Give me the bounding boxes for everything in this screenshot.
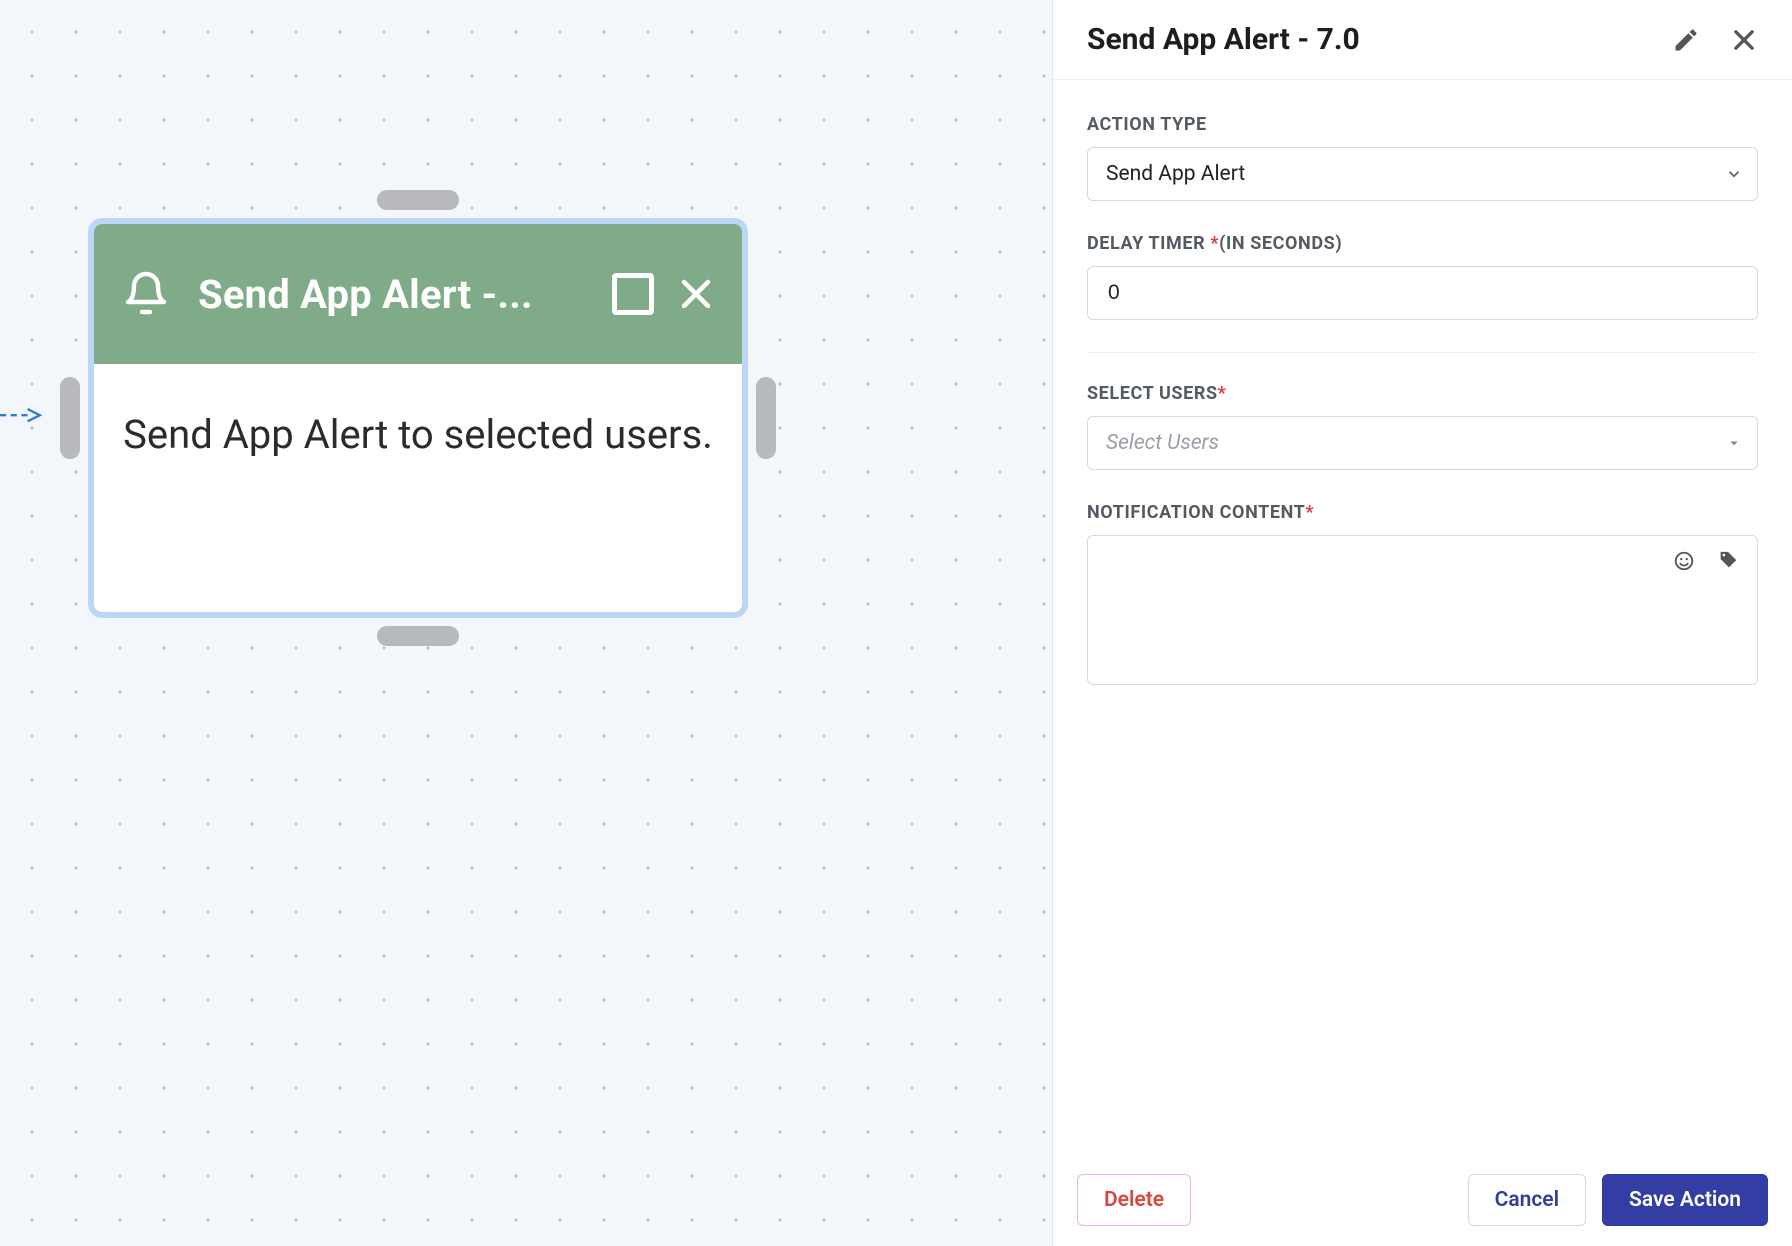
- delay-timer-label: DELAY TIMER *(IN SECONDS): [1087, 233, 1758, 254]
- cancel-button[interactable]: Cancel: [1468, 1174, 1586, 1226]
- delay-timer-input[interactable]: [1106, 267, 1739, 319]
- divider: [1087, 352, 1758, 353]
- notification-content-editor[interactable]: [1087, 535, 1758, 685]
- properties-panel: Send App Alert - 7.0 ACTION TYPE Send Ap…: [1052, 0, 1792, 1246]
- resize-handle-right[interactable]: [756, 377, 776, 459]
- panel-title: Send App Alert - 7.0: [1087, 22, 1672, 57]
- resize-handle-bottom[interactable]: [377, 626, 459, 646]
- resize-handle-top[interactable]: [377, 190, 459, 210]
- node-title: Send App Alert -...: [198, 271, 584, 318]
- notification-content-label: NOTIFICATION CONTENT*: [1087, 502, 1758, 523]
- action-type-label: ACTION TYPE: [1087, 114, 1758, 135]
- node-send-app-alert[interactable]: Send App Alert -... Send App Alert to se…: [88, 218, 748, 618]
- close-icon[interactable]: [678, 276, 714, 312]
- caret-down-icon: [1725, 434, 1743, 452]
- delay-timer-input-wrapper: [1087, 266, 1758, 320]
- select-users-placeholder: Select Users: [1106, 431, 1739, 455]
- action-type-value: Send App Alert: [1106, 162, 1739, 186]
- workflow-canvas[interactable]: Send App Alert -... Send App Alert to se…: [0, 0, 1052, 1246]
- panel-footer: Delete Cancel Save Action: [1053, 1158, 1792, 1246]
- panel-header: Send App Alert - 7.0: [1053, 0, 1792, 80]
- action-type-select[interactable]: Send App Alert: [1087, 147, 1758, 201]
- close-panel-icon[interactable]: [1730, 26, 1758, 54]
- edit-icon[interactable]: [1672, 26, 1700, 54]
- select-users-dropdown[interactable]: Select Users: [1087, 416, 1758, 470]
- bell-icon: [122, 270, 170, 318]
- tag-icon[interactable]: [1717, 550, 1739, 572]
- select-users-label: SELECT USERS*: [1087, 383, 1758, 404]
- node-description: Send App Alert to selected users.: [94, 364, 742, 498]
- chevron-down-icon: [1725, 165, 1743, 183]
- maximize-icon[interactable]: [612, 273, 654, 315]
- save-action-button[interactable]: Save Action: [1602, 1174, 1768, 1226]
- resize-handle-left[interactable]: [60, 377, 80, 459]
- emoji-icon[interactable]: [1673, 550, 1695, 572]
- connector-arrow-in: [0, 406, 46, 430]
- delete-button[interactable]: Delete: [1077, 1174, 1191, 1226]
- node-header: Send App Alert -...: [94, 224, 742, 364]
